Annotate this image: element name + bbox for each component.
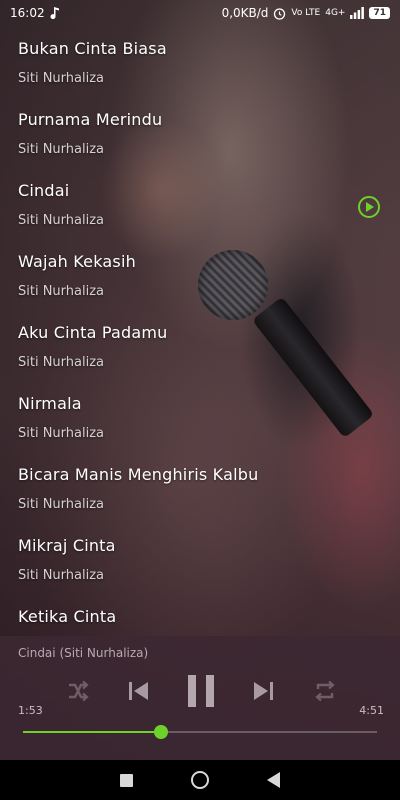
volte-badge: Vo LTE	[291, 8, 321, 18]
previous-icon[interactable]	[124, 676, 154, 706]
music-note-icon	[50, 7, 59, 19]
song-item[interactable]: Bukan Cinta Biasa Siti Nurhaliza	[0, 30, 400, 101]
song-title: Bicara Manis Menghiris Kalbu	[18, 465, 259, 484]
song-item[interactable]: Bicara Manis Menghiris Kalbu Siti Nurhali…	[0, 456, 400, 527]
song-title: Aku Cinta Padamu	[18, 323, 168, 342]
seek-thumb[interactable]	[154, 725, 169, 739]
song-item[interactable]: Ketika Cinta	[0, 598, 400, 634]
song-artist: Siti Nurhaliza	[18, 568, 105, 583]
recents-icon	[120, 773, 134, 787]
player-panel: Cindai (Siti Nurhaliza) 1:53 4:51	[0, 636, 400, 760]
pause-icon[interactable]	[184, 672, 218, 710]
shuffle-icon[interactable]	[62, 676, 92, 706]
song-title: Mikraj Cinta	[18, 536, 116, 555]
time-total: 4:51	[359, 704, 384, 717]
network-type: 4G+	[325, 8, 346, 18]
clock: 16:02	[10, 6, 45, 20]
song-item[interactable]: Nirmala Siti Nurhaliza	[0, 385, 400, 456]
time-elapsed: 1:53	[18, 704, 43, 717]
song-artist: Siti Nurhaliza	[18, 213, 105, 228]
song-artist: Siti Nurhaliza	[18, 355, 105, 370]
song-item[interactable]: Wajah Kekasih Siti Nurhaliza	[0, 243, 400, 314]
song-item[interactable]: Purnama Merindu Siti Nurhaliza	[0, 101, 400, 172]
song-artist: Siti Nurhaliza	[18, 142, 105, 157]
song-artist: Siti Nurhaliza	[18, 497, 105, 512]
seek-progress	[23, 731, 162, 733]
now-playing-label: Cindai (Siti Nurhaliza)	[18, 646, 149, 660]
repeat-icon[interactable]	[310, 676, 340, 706]
back-icon	[266, 772, 280, 788]
song-title: Wajah Kekasih	[18, 252, 136, 271]
song-artist: Siti Nurhaliza	[18, 426, 105, 441]
now-playing-icon[interactable]	[358, 196, 380, 218]
song-title: Ketika Cinta	[18, 607, 117, 626]
alarm-icon	[274, 7, 286, 20]
network-speed: 0,0KB/d	[221, 6, 269, 20]
song-item[interactable]: Aku Cinta Padamu Siti Nurhaliza	[0, 314, 400, 385]
recents-button[interactable]	[115, 768, 139, 792]
song-title: Bukan Cinta Biasa	[18, 39, 167, 58]
song-list[interactable]: Bukan Cinta Biasa Siti Nurhaliza Purnama M…	[0, 30, 400, 634]
back-button[interactable]	[261, 768, 285, 792]
song-item[interactable]: Cindai Siti Nurhaliza	[0, 172, 400, 243]
seek-bar[interactable]	[23, 725, 377, 739]
battery-icon: 71	[369, 7, 390, 19]
song-title: Cindai	[18, 181, 70, 200]
song-title: Purnama Merindu	[18, 110, 163, 129]
song-title: Nirmala	[18, 394, 82, 413]
home-icon	[190, 771, 209, 789]
signal-icon	[350, 7, 365, 19]
status-bar: 16:02 0,0KB/d Vo LTE 4G+ 71	[0, 0, 400, 26]
song-item[interactable]: Mikraj Cinta Siti Nurhaliza	[0, 527, 400, 598]
navigation-bar	[0, 760, 400, 800]
next-icon[interactable]	[248, 676, 278, 706]
home-button[interactable]	[188, 768, 212, 792]
song-artist: Siti Nurhaliza	[18, 71, 105, 86]
song-artist: Siti Nurhaliza	[18, 284, 105, 299]
